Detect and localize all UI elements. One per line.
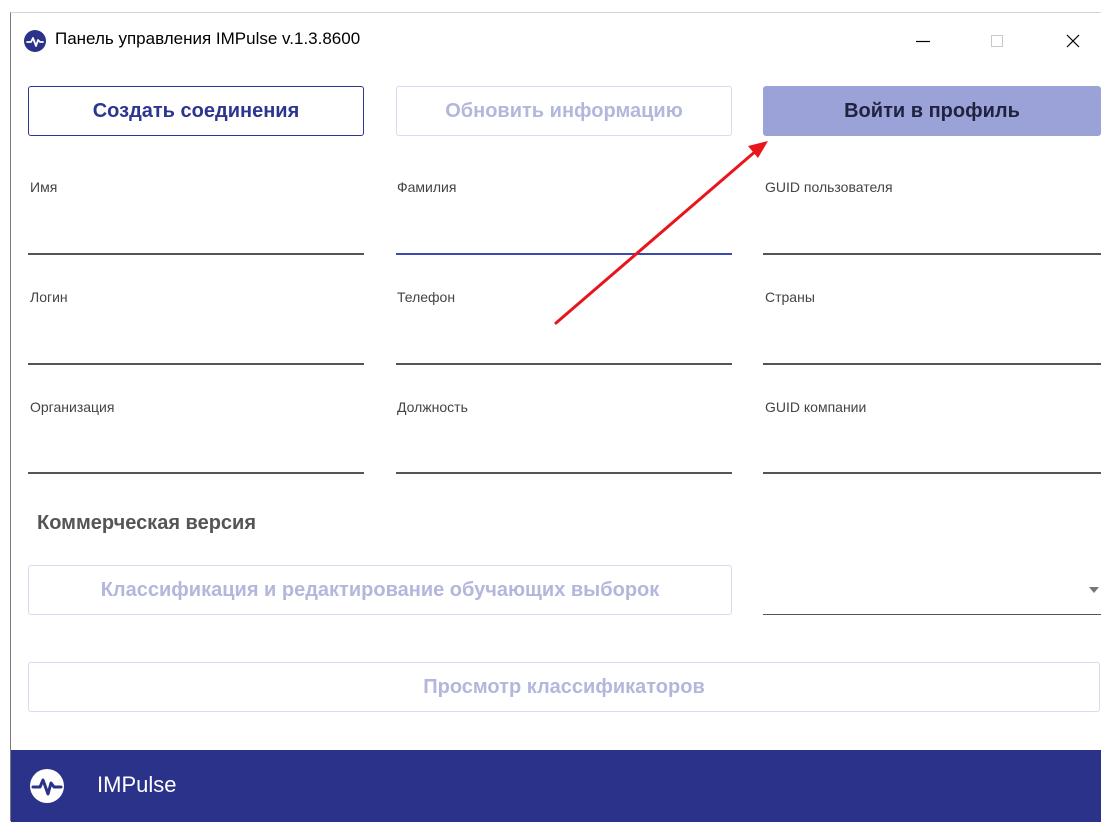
chevron-down-icon bbox=[1089, 587, 1099, 593]
login-profile-button[interactable]: Войти в профиль bbox=[763, 86, 1101, 136]
create-connections-button[interactable]: Создать соединения bbox=[28, 86, 364, 136]
refresh-info-button[interactable]: Обновить информацию bbox=[396, 86, 732, 136]
countries-field[interactable] bbox=[763, 363, 1101, 365]
impulse-logo-icon bbox=[24, 30, 46, 52]
classify-training-samples-button[interactable]: Классификация и редактирование обучающих… bbox=[28, 565, 732, 615]
user-guid-label: GUID пользователя bbox=[765, 179, 893, 195]
organization-field[interactable] bbox=[28, 472, 364, 474]
user-guid-field[interactable] bbox=[763, 253, 1101, 255]
footer-brand: IMPulse bbox=[97, 772, 177, 797]
position-label: Должность bbox=[397, 399, 468, 415]
close-button[interactable] bbox=[1051, 23, 1095, 59]
surname-field[interactable] bbox=[396, 253, 732, 255]
maximize-button[interactable] bbox=[975, 23, 1019, 59]
classifier-dropdown[interactable] bbox=[763, 565, 1101, 615]
position-field[interactable] bbox=[396, 472, 732, 474]
title-bar: Панель управления IMPulse v.1.3.8600 bbox=[11, 13, 1101, 68]
login-field[interactable] bbox=[28, 363, 364, 365]
organization-label: Организация bbox=[30, 399, 115, 415]
name-label: Имя bbox=[30, 179, 58, 195]
surname-label: Фамилия bbox=[397, 179, 457, 195]
dropdown-underline bbox=[763, 613, 1101, 615]
minimize-button[interactable] bbox=[901, 23, 945, 59]
minimize-icon bbox=[916, 40, 930, 43]
footer-bar: IMPulse bbox=[11, 750, 1101, 822]
company-guid-label: GUID компании bbox=[765, 399, 867, 415]
phone-field[interactable] bbox=[396, 363, 732, 365]
login-label: Логин bbox=[30, 289, 68, 305]
window-title: Панель управления IMPulse v.1.3.8600 bbox=[55, 29, 361, 48]
name-field[interactable] bbox=[28, 253, 364, 255]
view-classifiers-button[interactable]: Просмотр классификаторов bbox=[28, 662, 1100, 712]
main-window: Панель управления IMPulse v.1.3.8600 Соз… bbox=[10, 12, 1101, 822]
close-icon bbox=[1066, 34, 1080, 48]
impulse-logo-icon bbox=[30, 769, 64, 803]
company-guid-field[interactable] bbox=[763, 472, 1101, 474]
countries-label: Страны bbox=[765, 289, 815, 305]
phone-label: Телефон bbox=[397, 289, 456, 305]
maximize-icon bbox=[991, 35, 1003, 47]
commercial-version-title: Коммерческая версия bbox=[37, 512, 257, 534]
